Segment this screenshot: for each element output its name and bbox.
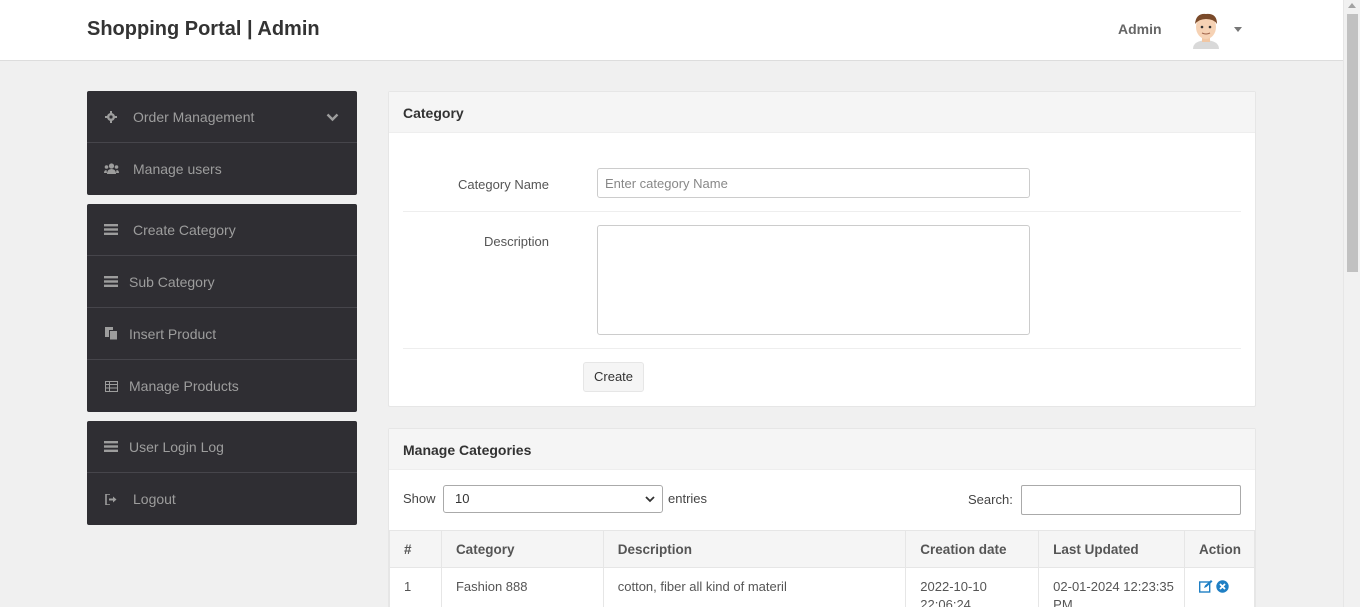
delete-icon[interactable] [1216,580,1229,593]
description-label: Description [483,234,549,249]
column-header-description[interactable]: Description [602,530,907,568]
cell-action [1183,567,1256,607]
sidebar-item-sub-category[interactable]: Sub Category [87,256,357,308]
chevron-down-icon [645,496,655,503]
cell-description: cotton, fiber all kind of materil [602,567,907,607]
copy-icon [103,327,119,341]
panel-title: Category [389,92,1255,133]
category-name-input[interactable] [597,168,1030,198]
sidebar-item-user-login-log[interactable]: User Login Log [87,421,357,473]
search-input[interactable] [1021,485,1241,515]
entries-label: entries [668,491,708,506]
table-header-row: # Category Description Creation date Las… [389,530,1256,568]
sidebar-group-orders: Order Management Manage users [87,91,357,195]
table-row: 1 Fashion 888 cotton, fiber all kind of … [389,567,1256,607]
column-header-action[interactable]: Action [1183,530,1256,568]
column-header-creation-date[interactable]: Creation date [905,530,1040,568]
sidebar-group-catalog: Create Category Sub Category Insert Prod… [87,204,357,412]
edit-icon[interactable] [1198,580,1213,593]
sidebar-item-manage-products[interactable]: Manage Products [87,360,357,412]
sidebar-item-label: User Login Log [129,438,224,455]
scroll-thumb[interactable] [1347,14,1358,272]
sidebar-item-label: Sub Category [129,273,215,290]
list-icon [103,440,119,454]
logout-icon [103,492,119,506]
chevron-down-icon[interactable] [326,109,339,125]
show-label: Show [403,491,436,506]
sidebar-item-logout[interactable]: Logout [87,473,357,525]
sidebar-item-create-category[interactable]: Create Category [87,204,357,256]
user-name[interactable]: Admin [1118,21,1162,37]
brand-title[interactable]: Shopping Portal | Admin [87,18,320,41]
top-navbar: Shopping Portal | Admin Admin [0,0,1343,61]
page-size-value: 10 [455,491,470,506]
sidebar-item-label: Manage Products [129,378,239,394]
search-label: Search: [968,492,1013,507]
description-row: Description [403,212,1241,349]
scroll-up-arrow-icon[interactable] [1348,3,1356,8]
gear-icon [103,110,119,124]
list-icon [103,223,119,237]
page-size-select[interactable]: 10 [443,485,663,513]
sidebar-item-label: Insert Product [129,325,217,342]
sidebar-item-label: Order Management [133,108,255,125]
table-icon [103,379,119,393]
sidebar-item-label: Manage users [133,161,222,177]
categories-table: # Category Description Creation date Las… [389,530,1256,607]
panel-title: Manage Categories [389,429,1255,470]
page-scrollbar[interactable] [1343,0,1360,607]
create-button[interactable]: Create [583,362,645,392]
cell-creation-date: 2022-10-10 22:06:24 [905,567,1040,607]
cell-category: Fashion 888 [440,567,604,607]
sidebar-item-manage-users[interactable]: Manage users [87,143,357,195]
avatar[interactable] [1189,11,1223,49]
sidebar-item-insert-product[interactable]: Insert Product [87,308,357,360]
column-header-last-updated[interactable]: Last Updated [1038,530,1185,568]
manage-categories-panel: Manage Categories Show 10 entries Search… [388,428,1256,607]
cell-number: 1 [389,567,442,607]
category-form-panel: Category Category Name Description Creat… [388,91,1256,407]
category-name-row: Category Name [403,133,1241,212]
column-header-number[interactable]: # [389,530,442,568]
sidebar-item-label: Create Category [133,221,236,238]
sidebar-group-account: User Login Log Logout [87,421,357,525]
column-header-category[interactable]: Category [440,530,604,568]
description-textarea[interactable] [597,225,1030,335]
category-name-label: Category Name [457,177,549,192]
users-icon [103,162,119,176]
cell-last-updated: 02-01-2024 12:23:35 PM [1038,567,1185,607]
sidebar-item-order-management[interactable]: Order Management [87,91,357,143]
list-icon [103,275,119,289]
dropdown-caret-icon[interactable] [1234,27,1242,32]
sidebar-item-label: Logout [133,491,176,507]
